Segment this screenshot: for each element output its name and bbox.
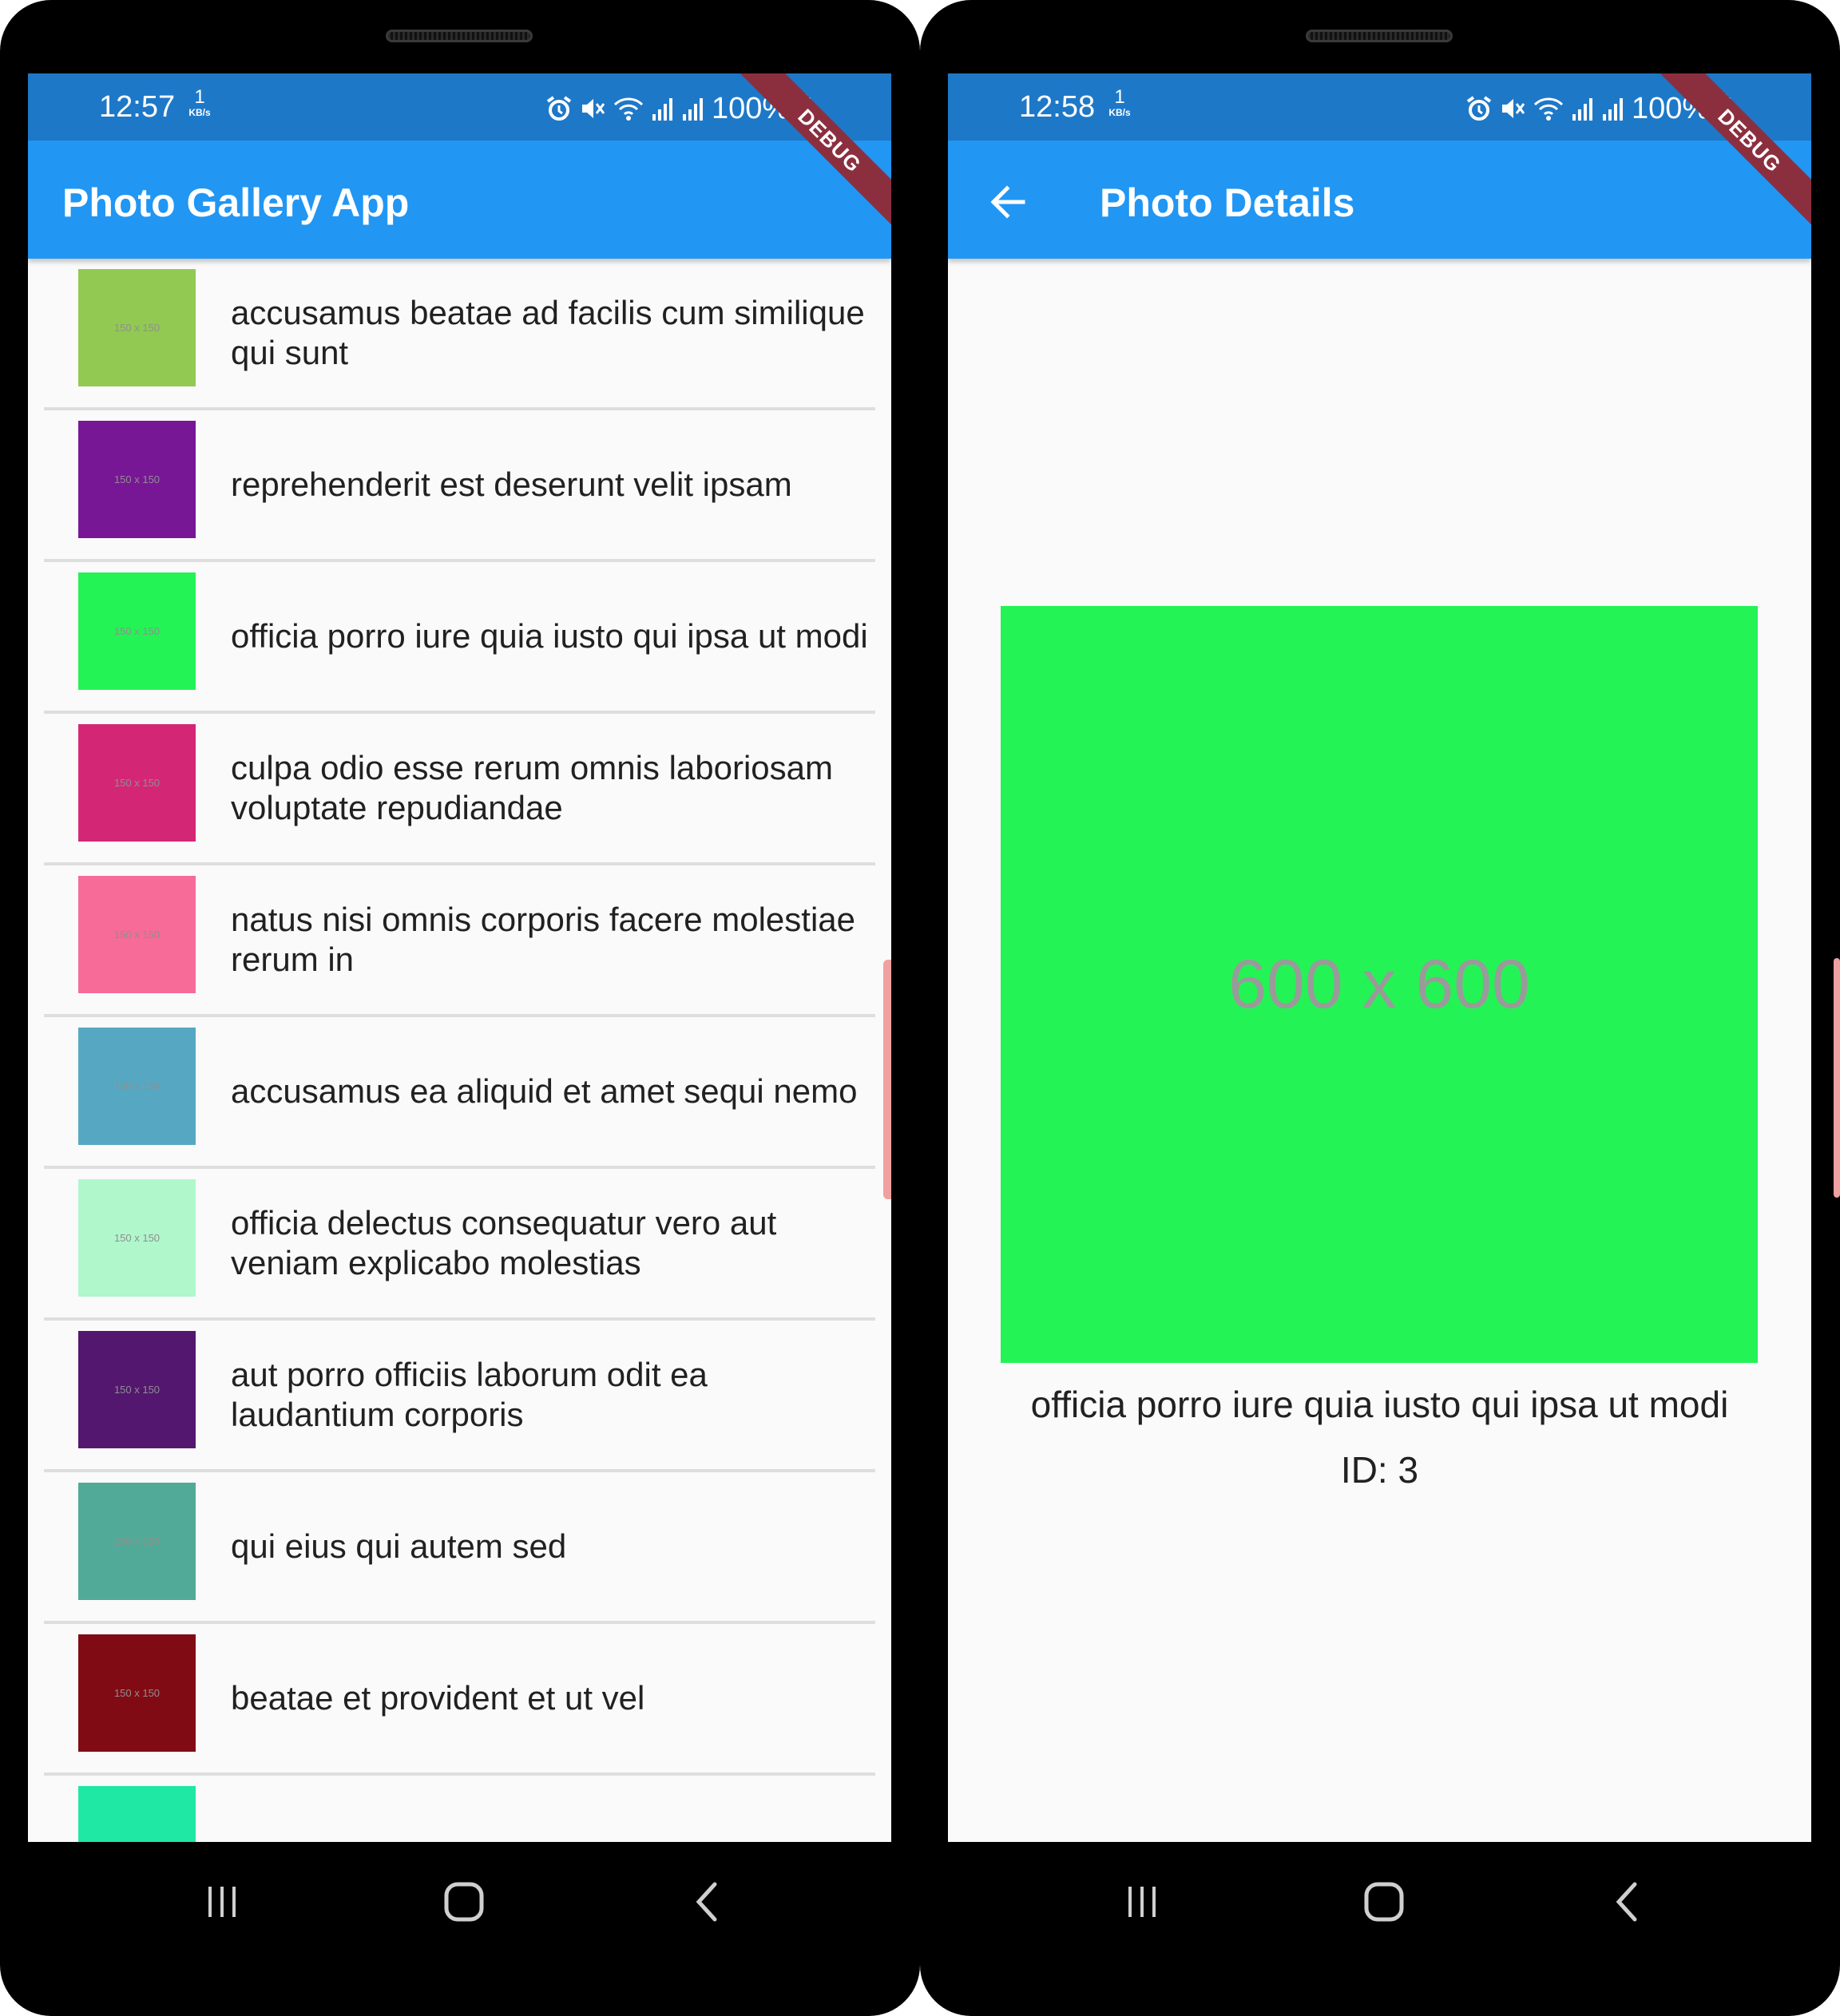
photo-thumbnail: 150 x 150 (78, 1331, 196, 1448)
photo-thumbnail: 150 x 150 (78, 1179, 196, 1297)
side-edge-handle (1834, 958, 1840, 1198)
list-item[interactable]: 150 x 150 accusamus ea aliquid et amet se… (28, 1017, 891, 1169)
wifi-icon (613, 97, 644, 121)
list-item[interactable]: 150 x 150 accusamus beatae ad facilis cum… (28, 259, 891, 410)
photo-title: beatae et provident et ut vel (231, 1679, 645, 1717)
thumbnail-label: 150 x 150 (113, 1384, 161, 1396)
thumbnail-label: 150 x 150 (113, 929, 161, 941)
thumbnail-label: 150 x 150 (113, 1535, 161, 1547)
photo-thumbnail (78, 1786, 196, 1842)
earpiece-speaker (386, 30, 533, 42)
system-nav-bar (0, 1842, 920, 1970)
details-screen: 12:58 1 KB/s 100% Photo Details DEBUG 600… (948, 73, 1811, 1842)
photo-thumbnail: 150 x 150 (78, 269, 196, 386)
list-item[interactable]: 150 x 150 culpa odio esse rerum omnis lab… (28, 714, 891, 865)
thumbnail-label: 150 x 150 (113, 1080, 161, 1092)
net-speed-value: 1 (1114, 86, 1125, 108)
thumbnail-label: 150 x 150 (113, 625, 161, 637)
photo-title: reprehenderit est deserunt velit ipsam (231, 465, 792, 503)
list-item[interactable]: 150 x 150 natus nisi omnis corporis facer… (28, 865, 891, 1017)
status-time: 12:57 (99, 90, 176, 124)
photo-thumbnail: 150 x 150 (78, 421, 196, 538)
photo-title: accusamus beatae ad facilis cum similiqu… (231, 294, 865, 371)
photo-title: officia porro iure quia iusto qui ipsa u… (1030, 1384, 1729, 1425)
photo-title: natus nisi omnis corporis facere molesti… (231, 901, 856, 978)
arrow-back-icon (990, 185, 1025, 219)
net-speed-value: 1 (194, 86, 205, 108)
home-icon (444, 1882, 484, 1922)
recents-icon (208, 1887, 236, 1917)
scrollbar-thumb[interactable] (883, 960, 891, 1199)
status-time: 12:58 (1019, 90, 1096, 124)
nav-back-button[interactable] (1599, 1874, 1655, 1930)
mute-icon (1502, 99, 1525, 118)
phone-right: 12:58 1 KB/s 100% Photo Details DEBUG 600… (920, 0, 1840, 2016)
photo-title: culpa odio esse rerum omnis laboriosam v… (231, 749, 834, 826)
net-speed-unit: KB/s (1108, 107, 1131, 118)
app-title: Photo Details (1100, 180, 1355, 225)
photo-id: ID: 3 (1340, 1449, 1419, 1491)
recents-button[interactable] (194, 1874, 250, 1930)
net-speed-unit: KB/s (188, 107, 211, 118)
signal-icon-2 (1603, 98, 1623, 121)
alarm-icon (1466, 96, 1492, 121)
thumbnail-label: 150 x 150 (113, 1687, 161, 1699)
signal-icon (1572, 98, 1592, 121)
photo-title: aut porro officiis laborum odit ea lauda… (231, 1356, 708, 1433)
wifi-icon (1533, 97, 1564, 121)
photo-title: qui eius qui autem sed (231, 1527, 567, 1565)
gallery-screen: 12:57 1 KB/s 100% Photo Gallery App DEBUG… (28, 73, 891, 1842)
photo-thumbnail: 150 x 150 (78, 724, 196, 842)
app-bar: Photo Gallery App (28, 141, 891, 259)
app-bar: Photo Details (948, 141, 1811, 259)
nav-back-icon (1616, 1882, 1637, 1922)
thumbnail-label: 150 x 150 (113, 473, 161, 485)
back-button[interactable] (981, 176, 1034, 228)
alarm-icon (546, 96, 572, 121)
nav-back-icon (696, 1882, 717, 1922)
home-icon (1364, 1882, 1404, 1922)
list-item[interactable]: 150 x 150 reprehenderit est deserunt veli… (28, 410, 891, 562)
mute-icon (582, 99, 605, 118)
recents-icon (1128, 1887, 1156, 1917)
photo-image: 600 x 600 (1001, 606, 1758, 1363)
list-item[interactable]: 150 x 150 aut porro officiis laborum odit… (28, 1321, 891, 1472)
phone-left: 12:57 1 KB/s 100% Photo Gallery App DEBUG… (0, 0, 920, 2016)
net-speed-indicator: 1 KB/s (184, 86, 216, 119)
earpiece-speaker (1306, 30, 1453, 42)
list-item[interactable]: 150 x 150 qui eius qui autem sed (28, 1472, 891, 1624)
photo-image-label: 600 x 600 (1228, 945, 1530, 1023)
photo-thumbnail: 150 x 150 (78, 1483, 196, 1600)
list-item[interactable]: 150 x 150 officia delectus consequatur ve… (28, 1169, 891, 1321)
photo-title: officia porro iure quia iusto qui ipsa u… (231, 617, 868, 655)
photo-title (231, 1776, 870, 1842)
net-speed-indicator: 1 KB/s (1104, 86, 1136, 119)
system-nav-bar (920, 1842, 1840, 1970)
photo-thumbnail: 150 x 150 (78, 1634, 196, 1752)
list-item[interactable]: 150 x 150 beatae et provident et ut vel (28, 1624, 891, 1776)
signal-icon-2 (683, 98, 703, 121)
recents-button[interactable] (1114, 1874, 1170, 1930)
list-item[interactable]: 150 x 150 officia porro iure quia iusto q… (28, 562, 891, 714)
home-button[interactable] (436, 1874, 492, 1930)
photo-list[interactable]: 150 x 150 accusamus beatae ad facilis cum… (28, 259, 891, 1842)
nav-back-button[interactable] (679, 1874, 735, 1930)
photo-thumbnail: 150 x 150 (78, 876, 196, 993)
signal-icon (652, 98, 672, 121)
photo-thumbnail: 150 x 150 (78, 1028, 196, 1145)
thumbnail-label: 150 x 150 (113, 322, 161, 334)
home-button[interactable] (1356, 1874, 1412, 1930)
list-item[interactable] (28, 1776, 891, 1842)
photo-title: accusamus ea aliquid et amet sequi nemo (231, 1072, 858, 1110)
thumbnail-label: 150 x 150 (113, 1232, 161, 1244)
app-title: Photo Gallery App (62, 180, 410, 225)
thumbnail-label: 150 x 150 (113, 777, 161, 789)
photo-title: officia delectus consequatur vero aut ve… (231, 1204, 777, 1281)
photo-thumbnail: 150 x 150 (78, 572, 196, 690)
